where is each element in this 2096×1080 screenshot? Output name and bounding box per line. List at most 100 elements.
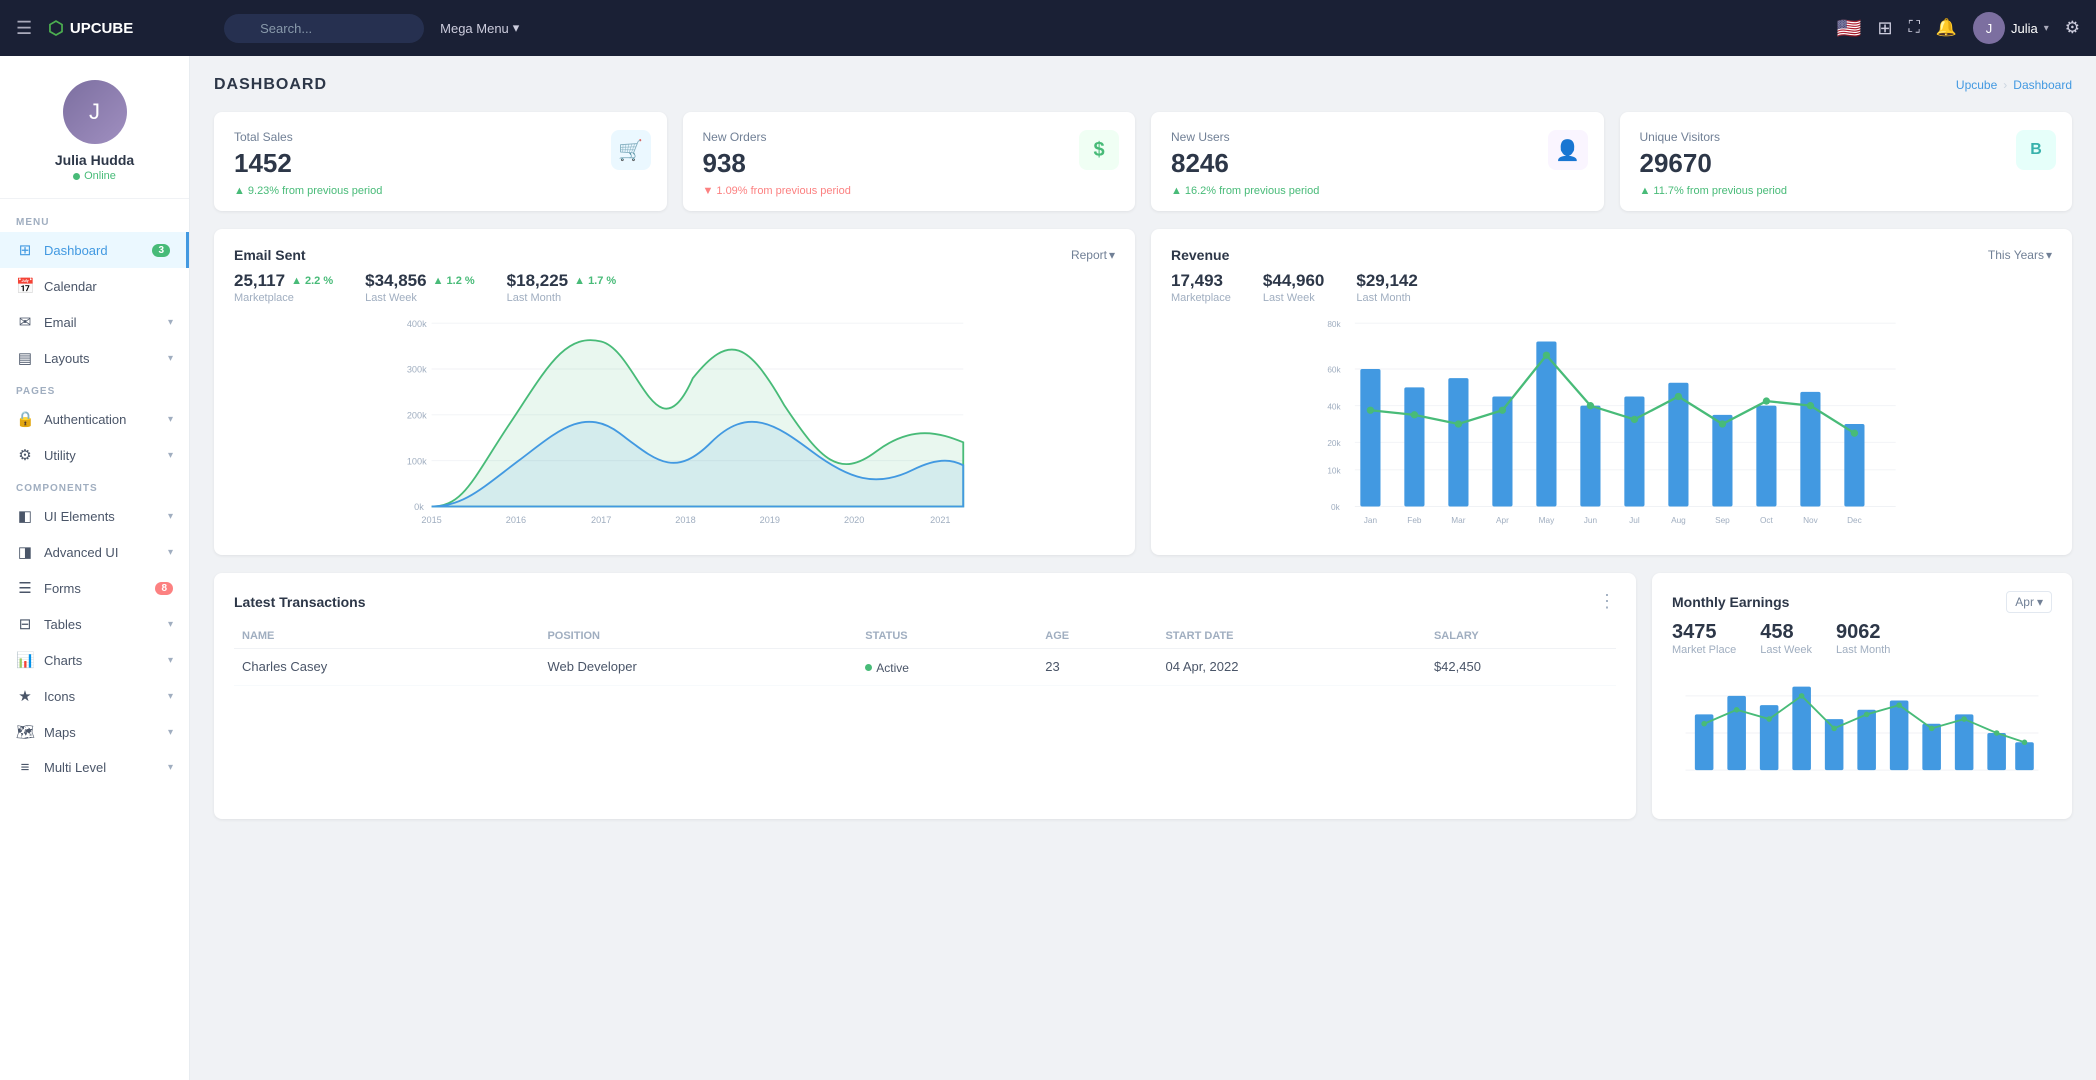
- forms-icon: ☰: [16, 579, 34, 597]
- notification-icon[interactable]: 🔔: [1936, 18, 1957, 38]
- user-avatar-button[interactable]: J Julia ▾: [1973, 12, 2049, 44]
- breadcrumb-separator: ›: [2003, 78, 2007, 92]
- sidebar-item-authentication[interactable]: 🔒 Authentication ▾: [0, 401, 189, 437]
- new-users-suffix: from previous period: [1219, 185, 1319, 197]
- earnings-stat-marketplace: 3475 Market Place: [1672, 621, 1736, 656]
- table-row[interactable]: Charles Casey Web Developer Active 23 04…: [234, 649, 1616, 686]
- new-orders-change: ▼ 1.09% from previous period: [703, 185, 1116, 197]
- email-arrow: ▾: [168, 317, 173, 328]
- unique-visitors-value: 29670: [1640, 148, 2053, 179]
- bottom-row: Latest Transactions ⋮ Name Position Stat…: [214, 573, 2072, 819]
- tables-icon: ⊟: [16, 615, 34, 633]
- email-chart-header: Email Sent Report ▾: [234, 247, 1115, 263]
- transactions-menu-button[interactable]: ⋮: [1598, 591, 1616, 612]
- cube-icon: ⬡: [48, 18, 64, 39]
- marketplace-pct: ▲ 2.2 %: [291, 275, 333, 287]
- earnings-lastmonth-value: 9062: [1836, 621, 1890, 644]
- lastweek-value: $34,856 ▲ 1.2 %: [365, 271, 475, 291]
- email-icon: ✉: [16, 313, 34, 331]
- sidebar-item-ui-elements[interactable]: ◧ UI Elements ▾: [0, 498, 189, 534]
- email-chart-report-button[interactable]: Report ▾: [1071, 248, 1115, 262]
- new-orders-arrow: ▼: [703, 185, 714, 197]
- total-sales-arrow: ▲: [234, 185, 245, 197]
- col-position: Position: [539, 624, 857, 649]
- top-navigation: ☰ ⬡ UPCUBE 🔍 Mega Menu ▾ 🇺🇸 ⊞ ⛶ 🔔 J Juli…: [0, 0, 2096, 56]
- mega-menu-button[interactable]: Mega Menu ▾: [440, 20, 519, 36]
- sidebar-item-layouts[interactable]: ▤ Layouts ▾: [0, 340, 189, 376]
- stat-card-total-sales: Total Sales 1452 ▲ 9.23% from previous p…: [214, 112, 667, 211]
- sidebar-item-calendar[interactable]: 📅 Calendar: [0, 268, 189, 304]
- icons-arrow: ▾: [168, 691, 173, 702]
- lastmonth-value: $18,225 ▲ 1.7 %: [507, 271, 617, 291]
- svg-text:Sep: Sep: [1715, 516, 1730, 525]
- revenue-stat-marketplace: 17,493 Marketplace: [1171, 271, 1231, 304]
- sidebar-item-dashboard[interactable]: ⊞ Dashboard 3: [0, 232, 189, 268]
- revenue-chart-header: Revenue This Years ▾: [1171, 247, 2052, 263]
- svg-text:0k: 0k: [414, 502, 424, 512]
- earnings-filter-button[interactable]: Apr ▾: [2006, 591, 2052, 613]
- cell-status: Active: [857, 649, 1037, 686]
- earnings-lastmonth-label: Last Month: [1836, 644, 1890, 656]
- sidebar-item-multi-level[interactable]: ≡ Multi Level ▾: [0, 750, 189, 785]
- svg-text:0k: 0k: [1331, 503, 1341, 512]
- cell-salary: $42,450: [1426, 649, 1616, 686]
- svg-text:200k: 200k: [407, 411, 427, 421]
- utility-arrow: ▾: [168, 450, 173, 461]
- auth-icon: 🔒: [16, 410, 34, 428]
- rev-marketplace-value: 17,493: [1171, 271, 1231, 291]
- sidebar-label-dashboard: Dashboard: [44, 243, 142, 258]
- sidebar-label-maps: Maps: [44, 725, 158, 740]
- email-chart-title: Email Sent: [234, 247, 306, 263]
- earnings-stats: 3475 Market Place 458 Last Week 9062 Las…: [1672, 621, 2052, 656]
- fullscreen-icon[interactable]: ⛶: [1909, 19, 1920, 37]
- sidebar-item-tables[interactable]: ⊟ Tables ▾: [0, 606, 189, 642]
- cell-start-date: 04 Apr, 2022: [1157, 649, 1425, 686]
- sidebar-item-utility[interactable]: ⚙ Utility ▾: [0, 437, 189, 473]
- svg-text:2020: 2020: [844, 515, 864, 525]
- revenue-chart-filter-button[interactable]: This Years ▾: [1988, 248, 2052, 262]
- svg-text:10k: 10k: [1327, 467, 1341, 476]
- new-orders-value: 938: [703, 148, 1116, 179]
- sidebar-item-icons[interactable]: ★ Icons ▾: [0, 678, 189, 714]
- unique-visitors-change: ▲ 11.7% from previous period: [1640, 185, 2053, 197]
- breadcrumb-upcube[interactable]: Upcube: [1956, 78, 1997, 92]
- search-input[interactable]: [224, 14, 424, 43]
- earnings-filter-arrow: ▾: [2037, 595, 2043, 609]
- sidebar-label-calendar: Calendar: [44, 279, 173, 294]
- advanced-ui-arrow: ▾: [168, 547, 173, 558]
- sidebar-item-forms[interactable]: ☰ Forms 8: [0, 570, 189, 606]
- svg-text:2017: 2017: [591, 515, 611, 525]
- sidebar-label-tables: Tables: [44, 617, 158, 632]
- lastmonth-label: Last Month: [507, 292, 617, 304]
- apps-icon[interactable]: ⊞: [1878, 18, 1893, 39]
- hamburger-menu[interactable]: ☰: [16, 18, 32, 39]
- total-sales-value: 1452: [234, 148, 647, 179]
- sidebar-user-name: Julia Hudda: [55, 152, 134, 168]
- cell-age: 23: [1037, 649, 1157, 686]
- rev-lastmonth-label: Last Month: [1356, 292, 1417, 304]
- sidebar-item-maps[interactable]: 🗺 Maps ▾: [0, 714, 189, 750]
- report-label: Report: [1071, 248, 1107, 262]
- flag-icon[interactable]: 🇺🇸: [1837, 16, 1862, 41]
- svg-text:Jan: Jan: [1364, 516, 1378, 525]
- email-sent-chart-card: Email Sent Report ▾ 25,117 ▲ 2.2 % Marke…: [214, 229, 1135, 555]
- settings-icon[interactable]: ⚙: [2065, 18, 2080, 38]
- brand-name: UPCUBE: [70, 20, 133, 37]
- marketplace-label: Marketplace: [234, 292, 333, 304]
- svg-text:Oct: Oct: [1760, 516, 1774, 525]
- sidebar-item-charts[interactable]: 📊 Charts ▾: [0, 642, 189, 678]
- ui-elements-icon: ◧: [16, 507, 34, 525]
- stat-card-new-orders: New Orders 938 ▼ 1.09% from previous per…: [683, 112, 1136, 211]
- svg-text:May: May: [1539, 516, 1555, 525]
- svg-text:80k: 80k: [1327, 320, 1341, 329]
- earnings-title: Monthly Earnings: [1672, 594, 1789, 610]
- earnings-marketplace-value: 3475: [1672, 621, 1736, 644]
- sidebar-item-advanced-ui[interactable]: ◨ Advanced UI ▾: [0, 534, 189, 570]
- charts-row: Email Sent Report ▾ 25,117 ▲ 2.2 % Marke…: [214, 229, 2072, 555]
- main-content: DASHBOARD Upcube › Dashboard Total Sales…: [190, 56, 2096, 1080]
- sidebar-item-email[interactable]: ✉ Email ▾: [0, 304, 189, 340]
- new-users-label: New Users: [1171, 130, 1584, 144]
- stat-cards-grid: Total Sales 1452 ▲ 9.23% from previous p…: [214, 112, 2072, 211]
- cell-name: Charles Casey: [234, 649, 539, 686]
- multi-level-arrow: ▾: [168, 762, 173, 773]
